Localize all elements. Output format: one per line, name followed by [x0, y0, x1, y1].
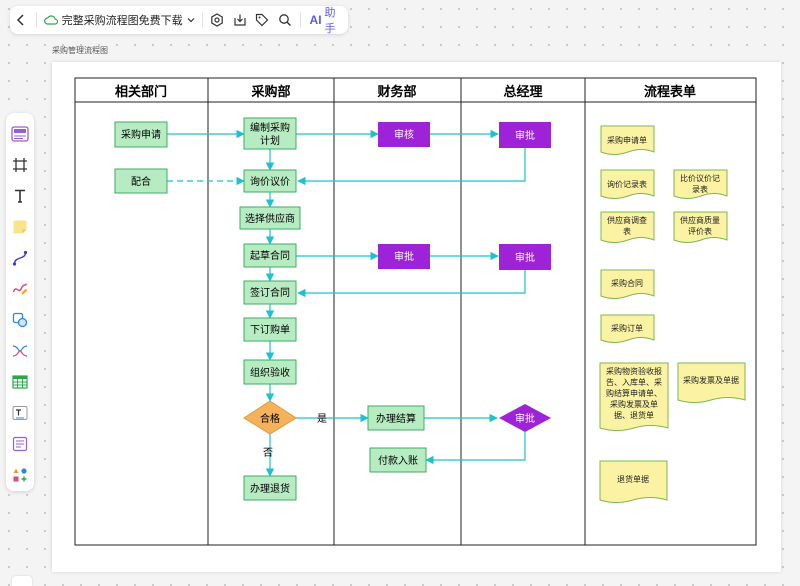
node-finance-approve-label: 审批	[394, 250, 414, 263]
form-doc-3-label-2: 录表	[692, 184, 708, 194]
form-doc-7-label: 采购订单	[611, 323, 643, 333]
node-make-plan-label-1: 编制采购	[250, 121, 290, 134]
document-title-menu[interactable]: 完整采购流程图免费下载	[40, 12, 199, 28]
pen-icon	[12, 283, 28, 295]
node-gm-approve-3-label: 审批	[515, 412, 535, 425]
search-icon	[279, 14, 292, 26]
node-draft-contract-label: 起草合同	[250, 249, 290, 262]
sticky-note-tool[interactable]	[8, 212, 32, 241]
lane-header-forms: 流程表单	[644, 84, 696, 100]
pen-tool[interactable]	[8, 274, 32, 303]
shape-icon	[12, 312, 28, 327]
tag-button[interactable]	[251, 8, 274, 32]
form-doc-8-label-2: 告、入库单、采	[606, 377, 662, 387]
table-icon	[12, 375, 28, 389]
chevron-down-icon	[187, 18, 195, 23]
text-tool[interactable]	[8, 181, 32, 210]
form-doc-2-label: 询价记录表	[607, 179, 647, 189]
lane-header-purchasing: 采购部	[250, 84, 290, 100]
node-make-plan-label-2: 计划	[260, 134, 280, 147]
lane-header-finance: 财务部	[377, 84, 416, 100]
form-doc-6-label: 采购合同	[611, 278, 643, 288]
node-gm-approve-1-label: 审批	[515, 129, 535, 142]
connector-icon	[12, 250, 28, 266]
gear-icon	[211, 13, 223, 27]
canvas-label: 采购管理流程图	[52, 46, 108, 55]
text-icon	[15, 189, 25, 203]
form-doc-5-label-1: 供应商质量	[680, 215, 720, 225]
ai-assistant-button[interactable]: AI 助手	[304, 4, 348, 36]
mindmap-icon	[12, 345, 28, 357]
ai-assistant-text: 助手	[324, 6, 336, 35]
node-purchase-request-label: 采购申请	[121, 128, 161, 141]
connector-tool[interactable]	[8, 243, 32, 272]
form-doc-1-label: 采购申请单	[607, 135, 647, 145]
form-doc-8-label-3: 购结算申请单、	[606, 388, 662, 398]
list-icon	[12, 436, 28, 451]
text-box-icon	[12, 405, 28, 420]
node-settlement-label: 办理结算	[376, 412, 416, 425]
table-tool[interactable]	[8, 367, 32, 396]
connector-lines	[167, 129, 526, 477]
node-place-order-label: 下订购单	[250, 323, 290, 336]
node-finance-review-label: 审核	[394, 128, 414, 141]
form-doc-10-label: 退货单据	[617, 474, 649, 484]
cloud-sync-icon	[43, 15, 58, 25]
form-doc-4-label-1: 供应商调查	[607, 215, 647, 225]
arrow-gm-to-sign	[297, 270, 526, 298]
ai-label: AI	[309, 13, 322, 27]
diagram-page: 相关部门 采购部 财务部 总经理 流程表单 采购申请 配合 编制采购 计划 询价…	[52, 62, 781, 572]
label-yes: 是	[317, 413, 327, 425]
form-doc-8-label-4: 采购发票及单	[610, 399, 658, 409]
swimlane-frame	[74, 77, 586, 546]
more-apps-icon	[13, 468, 27, 482]
arrow-approve-to-inquiry	[297, 148, 526, 186]
flowchart-canvas: 相关部门 采购部 财务部 总经理 流程表单 采购申请 配合 编制采购 计划 询价…	[74, 77, 757, 546]
frame-tool[interactable]	[8, 150, 32, 179]
sidebar-toggle-icon	[11, 126, 29, 142]
form-doc-9-label: 采购发票及单据	[683, 375, 739, 385]
form-doc-8-label-1: 采购物资验收报	[606, 366, 662, 376]
arrow-approve-to-payment	[425, 432, 526, 465]
form-doc-8-label-5: 据、退货单	[614, 410, 654, 420]
text-box-tool[interactable]	[8, 398, 32, 427]
mindmap-tool[interactable]	[8, 336, 32, 365]
form-doc-5-label-2: 评价表	[688, 226, 712, 236]
tag-icon	[256, 13, 269, 27]
sticky-note-icon	[13, 220, 27, 234]
back-button[interactable]	[10, 8, 33, 32]
chevron-left-icon	[17, 14, 24, 26]
node-return-goods-label: 办理退货	[250, 482, 290, 495]
more-apps-tool[interactable]	[8, 460, 32, 489]
list-tool[interactable]	[8, 429, 32, 458]
node-cooperate-label: 配合	[131, 175, 151, 188]
form-doc-3-label-1: 比价议价记	[680, 173, 720, 183]
node-gm-approve-2-label: 审批	[515, 251, 535, 264]
node-qualified-label: 合格	[260, 412, 280, 425]
document-title: 完整采购流程图免费下载	[61, 14, 183, 27]
node-organize-acceptance-label: 组织验收	[250, 366, 290, 379]
shape-tool[interactable]	[8, 305, 32, 334]
frame-icon	[13, 157, 27, 172]
download-icon	[234, 14, 246, 26]
lane-header-gm: 总经理	[503, 84, 542, 100]
form-doc-4-label-2: 表	[623, 226, 631, 236]
node-payment-label: 付款入账	[378, 454, 418, 467]
settings-button[interactable]	[206, 8, 229, 32]
node-inquiry-label: 询价议价	[250, 175, 290, 188]
sidebar-toggle-tool[interactable]	[8, 119, 32, 148]
top-toolbar: 完整采购流程图免费下载 AI 助手	[10, 4, 348, 36]
node-sign-contract-label: 签订合同	[250, 286, 290, 299]
download-button[interactable]	[228, 8, 251, 32]
search-button[interactable]	[274, 8, 297, 32]
lane-header-related-dept: 相关部门	[115, 84, 167, 100]
left-tool-palette	[6, 113, 34, 491]
bottom-panel-stub	[12, 576, 32, 586]
label-no: 否	[263, 447, 273, 459]
node-select-supplier-label: 选择供应商	[245, 212, 295, 225]
